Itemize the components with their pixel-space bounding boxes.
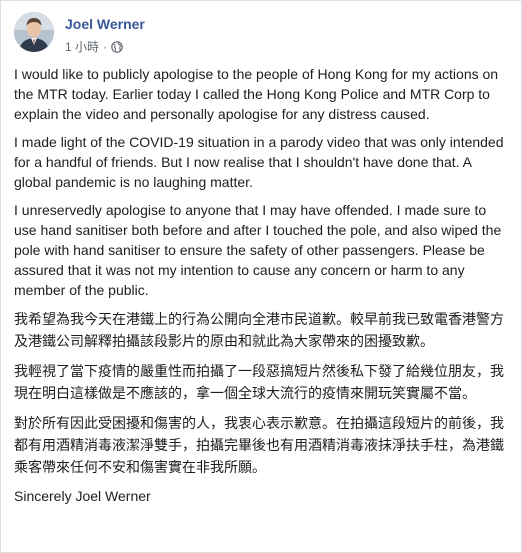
- post-paragraph-3: I unreservedly apologise to anyone that …: [14, 202, 502, 298]
- post-paragraph-1: I would like to publicly apologise to th…: [14, 66, 499, 122]
- post-paragraph-5: 我輕視了當下疫情的嚴重性而拍攝了一段惡搞短片然後私下發了給幾位朋友，我現在明白這…: [14, 363, 504, 401]
- post-paragraph-4: 我希望為我今天在港鐵上的行為公開向全港市民道歉。較早前我已致電香港警方及港鐵公司…: [14, 311, 504, 349]
- avatar[interactable]: [14, 12, 54, 52]
- post-paragraph-6: 對於所有因此受困擾和傷害的人，我衷心表示歉意。在拍攝這段短片的前後，我都有用酒精…: [14, 415, 504, 475]
- meta-separator: ·: [103, 39, 108, 54]
- post-body: I would like to publicly apologise to th…: [14, 64, 512, 514]
- post-timestamp-link[interactable]: 1 小時: [65, 38, 99, 55]
- author-name-link[interactable]: Joel Werner: [65, 16, 145, 32]
- post-signature: Sincerely Joel Werner: [14, 488, 151, 504]
- post-meta: 1 小時 ·: [65, 38, 123, 55]
- post-paragraph-2: I made light of the COVID-19 situation i…: [14, 134, 504, 190]
- post-header: Joel Werner 1 小時 ·: [14, 12, 511, 58]
- profile-photo-icon: [14, 12, 54, 52]
- globe-icon[interactable]: [111, 40, 123, 53]
- facebook-post: Joel Werner 1 小時 · I would like to publi…: [0, 0, 522, 553]
